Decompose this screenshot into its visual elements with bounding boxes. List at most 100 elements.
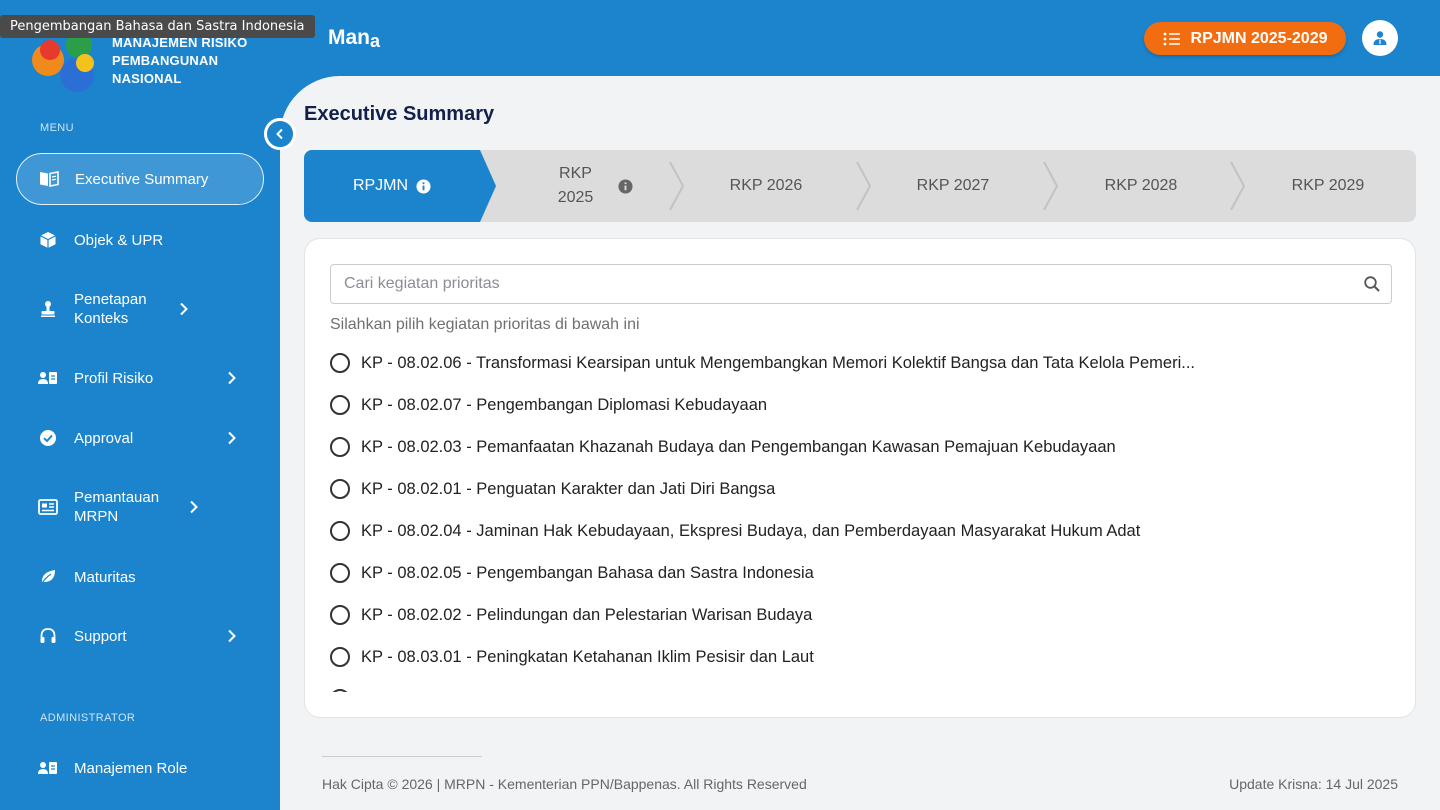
option-label: KP - 08.02.04 - Jaminan Hak Kebudayaan, … (361, 521, 1141, 540)
step-label: RKP 2029 (1291, 177, 1365, 194)
app-title-main: Man (328, 26, 370, 49)
radio-button[interactable] (330, 521, 350, 541)
users-role-icon (38, 758, 58, 778)
radio-button[interactable] (330, 689, 350, 692)
top-header: Mana RPJMN 2025-2029 (280, 0, 1440, 76)
brand-line-3: NASIONAL (112, 71, 182, 86)
sidebar-item-label: Penetapan Konteks (74, 291, 147, 327)
footer-update-date: Update Krisna: 14 Jul 2025 (1229, 776, 1398, 792)
sidebar-item-executive-summary[interactable]: Executive Summary (16, 153, 264, 205)
sidebar-item-label: Approval (74, 429, 134, 447)
list-item[interactable]: KP - 08.02.07 - Pengembangan Diplomasi K… (330, 384, 1392, 426)
menu-section-label: MENU (40, 122, 74, 134)
radio-button[interactable] (330, 647, 350, 667)
list-item[interactable]: KP - 08.02.06 - Transformasi Kearsipan u… (330, 342, 1392, 384)
chevron-right-icon (222, 431, 242, 445)
sidebar-item-manajemen-role[interactable]: Manajemen Role (16, 742, 264, 794)
option-label: KP - 08.03.01 - Peningkatan Ketahanan Ik… (361, 647, 814, 666)
app-title: Mana (328, 26, 381, 51)
main-content: Executive Summary RPJMN RKP 2025 RKP 202… (280, 76, 1440, 810)
search-box (330, 264, 1392, 304)
priority-activity-card: Silahkan pilih kegiatan prioritas di baw… (304, 238, 1416, 718)
chevron-right-icon (184, 500, 204, 514)
tooltip: Pengembangan Bahasa dan Sastra Indonesia (0, 15, 315, 38)
footer-divider (322, 756, 482, 757)
step-rkp-2025[interactable]: RKP 2025 (504, 150, 682, 222)
step-rkp-2026[interactable]: RKP 2026 (684, 150, 848, 222)
sidebar-item-pemantauan-mrpn[interactable]: Pemantauan MRPN (16, 481, 264, 533)
user-avatar-button[interactable] (1362, 20, 1398, 56)
radio-button[interactable] (330, 563, 350, 583)
app-title-sub: a (370, 31, 381, 51)
option-label: KP - 08.02.06 - Transformasi Kearsipan u… (361, 353, 1196, 372)
step-label: RKP 2026 (729, 177, 803, 194)
sidebar-item-label: Profil Risiko (74, 369, 154, 387)
sidebar-item-approval[interactable]: Approval (16, 412, 264, 464)
step-label: RKP 2027 (916, 177, 990, 194)
info-icon[interactable] (416, 178, 431, 194)
sidebar-item-objek-upr[interactable]: Objek & UPR (16, 214, 264, 266)
radio-button[interactable] (330, 395, 350, 415)
sidebar-item-label: Manajemen Role (74, 759, 188, 777)
sidebar-item-support[interactable]: Support (16, 610, 264, 662)
list-icon (1163, 31, 1181, 47)
chevron-left-icon (275, 128, 285, 140)
list-item[interactable]: KP - 08.03.01 - Peningkatan Ketahanan Ik… (330, 636, 1392, 678)
list-item[interactable] (330, 678, 1392, 692)
monitor-icon (38, 497, 58, 517)
brand-line-2: PEMBANGUNAN (112, 53, 219, 68)
radio-button[interactable] (330, 605, 350, 625)
book-open-icon (39, 169, 59, 189)
radio-button[interactable] (330, 353, 350, 373)
radio-button[interactable] (330, 479, 350, 499)
chevron-right-icon (222, 371, 242, 385)
sidebar-item-label: Maturitas (74, 568, 136, 586)
user-icon (1372, 30, 1388, 46)
stamp-icon (38, 299, 58, 319)
step-label: RPJMN (352, 177, 409, 194)
step-rpjmn[interactable]: RPJMN (304, 150, 496, 222)
footer-copyright: Hak Cipta © 2026 | MRPN - Kementerian PP… (322, 776, 807, 792)
admin-section-label: ADMINISTRATOR (40, 712, 136, 724)
list-item[interactable]: KP - 08.02.05 - Pengembangan Bahasa dan … (330, 552, 1392, 594)
period-selector-label: RPJMN 2025-2029 (1190, 29, 1328, 47)
step-rkp-2027[interactable]: RKP 2027 (870, 150, 1036, 222)
logo-icon (30, 30, 100, 92)
brand-name: MANAJEMEN RISIKO PEMBANGUNAN NASIONAL (112, 34, 247, 88)
sidebar-collapse-button[interactable] (264, 118, 296, 150)
sidebar-item-label: Executive Summary (75, 170, 209, 188)
sidebar-item-label: Support (74, 627, 127, 645)
list-item[interactable]: KP - 08.02.02 - Pelindungan dan Pelestar… (330, 594, 1392, 636)
step-label: RKP 2025 (557, 165, 594, 206)
id-card-icon (38, 368, 58, 388)
option-label: KP - 08.02.02 - Pelindungan dan Pelestar… (361, 605, 813, 624)
search-icon[interactable] (1363, 275, 1381, 298)
step-rkp-2028[interactable]: RKP 2028 (1057, 150, 1225, 222)
option-label: KP - 08.02.03 - Pemanfaatan Khazanah Bud… (361, 437, 1116, 456)
sidebar-item-maturitas[interactable]: Maturitas (16, 551, 264, 603)
step-label: RKP 2028 (1104, 177, 1178, 194)
cube-icon (38, 230, 58, 250)
chevron-right-icon (174, 302, 194, 316)
select-hint: Silahkan pilih kegiatan prioritas di baw… (330, 316, 640, 333)
sidebar: Pengembangan Bahasa dan Sastra Indonesia… (0, 0, 315, 810)
leaf-icon (38, 567, 58, 587)
sidebar-item-penetapan-konteks[interactable]: Penetapan Konteks (16, 283, 264, 335)
list-item[interactable]: KP - 08.02.04 - Jaminan Hak Kebudayaan, … (330, 510, 1392, 552)
sidebar-item-label: Objek & UPR (74, 231, 164, 249)
headset-icon (38, 626, 58, 646)
period-stepper: RPJMN RKP 2025 RKP 2026 RKP 2027 RKP 202… (304, 150, 1416, 222)
step-rkp-2029[interactable]: RKP 2029 (1244, 150, 1412, 222)
chevron-right-icon (222, 629, 242, 643)
info-icon[interactable] (617, 178, 633, 194)
search-input[interactable] (331, 265, 1331, 303)
option-label: KP - 08.02.07 - Pengembangan Diplomasi K… (361, 395, 768, 414)
list-item[interactable]: KP - 08.02.03 - Pemanfaatan Khazanah Bud… (330, 426, 1392, 468)
option-label: KP - 08.02.05 - Pengembangan Bahasa dan … (361, 563, 814, 582)
sidebar-item-label: Pemantauan MRPN (74, 489, 160, 525)
list-item[interactable]: KP - 08.02.01 - Penguatan Karakter dan J… (330, 468, 1392, 510)
check-circle-icon (38, 428, 58, 448)
radio-button[interactable] (330, 437, 350, 457)
sidebar-item-profil-risiko[interactable]: Profil Risiko (16, 352, 264, 404)
period-selector-button[interactable]: RPJMN 2025-2029 (1144, 22, 1346, 55)
